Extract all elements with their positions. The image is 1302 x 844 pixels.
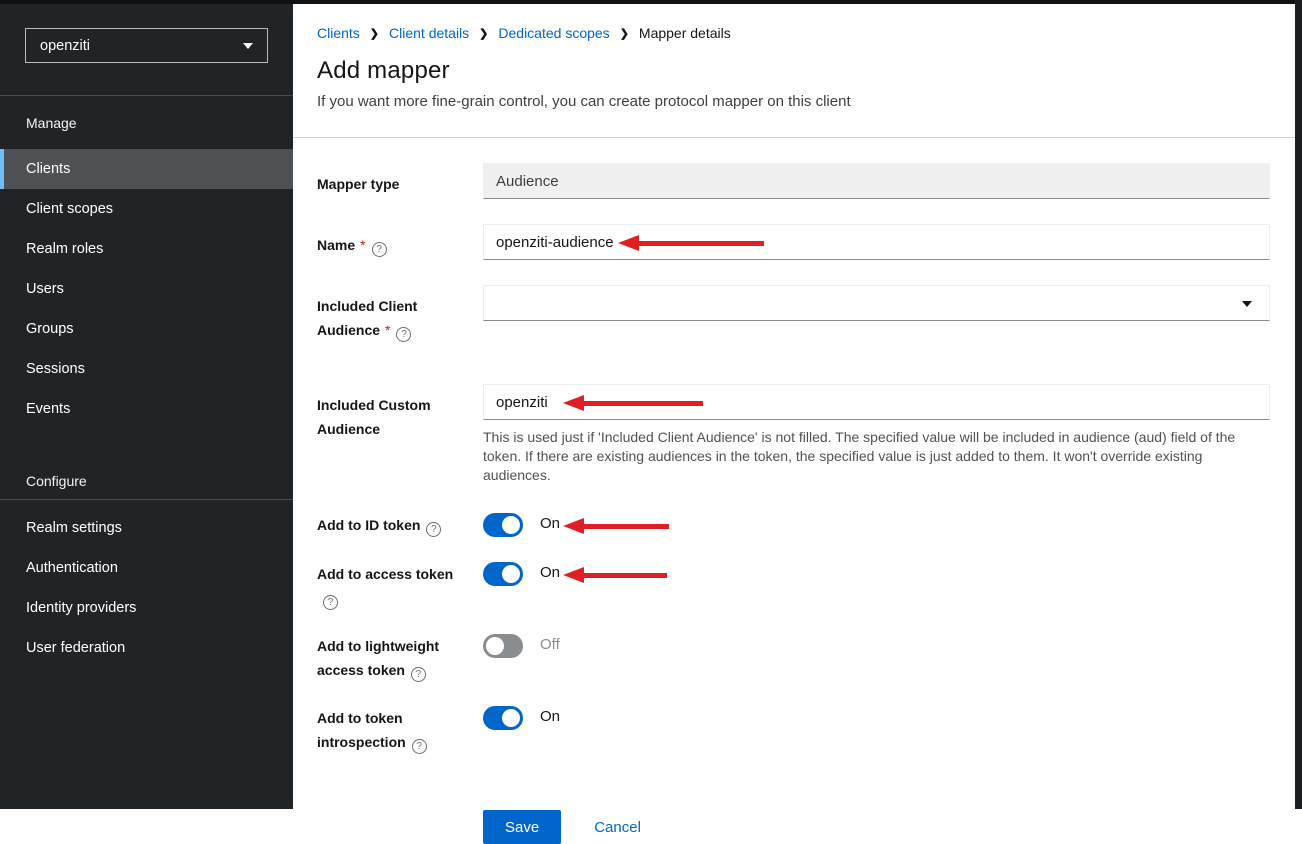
breadcrumb: Clients ❯ Client details ❯ Dedicated sco… — [317, 25, 1271, 41]
add-to-token-introspection-row: Add to token introspection On — [317, 706, 1270, 754]
cancel-button[interactable]: Cancel — [594, 819, 641, 836]
help-icon[interactable] — [396, 327, 411, 342]
included-client-audience-row: Included Client Audience — [317, 285, 1270, 342]
included-client-audience-label: Included Client Audience — [317, 285, 483, 342]
mapper-form: Mapper type Name Included Client Audienc… — [293, 138, 1295, 844]
included-custom-audience-input[interactable] — [483, 384, 1270, 420]
realm-selector-value: openziti — [40, 38, 90, 54]
sidebar: openziti Manage Clients Client scopes Re… — [0, 4, 293, 809]
add-to-token-introspection-label: Add to token introspection — [317, 706, 483, 754]
main-content: Clients ❯ Client details ❯ Dedicated sco… — [293, 4, 1295, 809]
page-header: Clients ❯ Client details ❯ Dedicated sco… — [293, 4, 1295, 138]
breadcrumb-separator-icon: ❯ — [370, 27, 379, 40]
name-label: Name — [317, 224, 483, 260]
sidebar-item-groups[interactable]: Groups — [0, 309, 293, 349]
page-subtitle: If you want more fine-grain control, you… — [317, 93, 1271, 110]
included-custom-audience-help: This is used just if 'Included Client Au… — [483, 428, 1270, 485]
sidebar-item-realm-roles[interactable]: Realm roles — [0, 229, 293, 269]
toggle-state-label: On — [540, 706, 560, 725]
toggle-state-label: On — [540, 513, 560, 532]
mapper-type-row: Mapper type — [317, 163, 1270, 199]
included-custom-audience-row: Included Custom Audience This is used ju… — [317, 384, 1270, 485]
form-actions: Save Cancel — [317, 810, 1270, 844]
add-to-access-token-row: Add to access token On — [317, 562, 1270, 610]
chevron-down-icon — [1242, 301, 1252, 307]
add-to-id-token-row: Add to ID token On — [317, 513, 1270, 538]
mapper-type-label: Mapper type — [317, 163, 483, 199]
chevron-down-icon — [243, 43, 253, 49]
breadcrumb-client-details[interactable]: Client details — [389, 25, 469, 41]
sidebar-item-users[interactable]: Users — [0, 269, 293, 309]
add-to-token-introspection-toggle[interactable] — [483, 706, 523, 730]
add-to-lightweight-access-token-toggle[interactable] — [483, 634, 523, 658]
annotation-arrow — [563, 567, 667, 583]
sidebar-item-events[interactable]: Events — [0, 389, 293, 429]
page-title: Add mapper — [317, 57, 1271, 85]
add-to-id-token-label: Add to ID token — [317, 513, 483, 538]
sidebar-item-sessions[interactable]: Sessions — [0, 349, 293, 389]
add-to-access-token-toggle[interactable] — [483, 562, 523, 586]
breadcrumb-dedicated-scopes[interactable]: Dedicated scopes — [498, 25, 609, 41]
toggle-state-label: On — [540, 562, 560, 581]
realm-selector-dropdown[interactable]: openziti — [25, 28, 268, 63]
arrow-head-icon — [563, 567, 584, 583]
annotation-arrow — [563, 518, 669, 534]
save-button[interactable]: Save — [483, 810, 561, 844]
scrollbar-strip[interactable] — [1295, 0, 1302, 809]
breadcrumb-separator-icon: ❯ — [620, 27, 629, 40]
sidebar-section-manage: Manage — [0, 96, 293, 149]
add-to-lightweight-access-token-label: Add to lightweight access token — [317, 634, 483, 682]
help-icon[interactable] — [412, 739, 427, 754]
add-to-id-token-toggle[interactable] — [483, 513, 523, 537]
arrow-head-icon — [563, 518, 584, 534]
sidebar-section-configure: Configure — [0, 429, 293, 499]
sidebar-item-client-scopes[interactable]: Client scopes — [0, 189, 293, 229]
sidebar-item-identity-providers[interactable]: Identity providers — [0, 588, 293, 628]
sidebar-item-clients[interactable]: Clients — [0, 149, 293, 189]
help-icon[interactable] — [372, 242, 387, 257]
add-to-lightweight-access-token-row: Add to lightweight access token Off — [317, 634, 1270, 682]
sidebar-item-authentication[interactable]: Authentication — [0, 548, 293, 588]
help-icon[interactable] — [426, 522, 441, 537]
sidebar-item-realm-settings[interactable]: Realm settings — [0, 508, 293, 548]
mapper-type-field — [483, 163, 1270, 199]
help-icon[interactable] — [411, 667, 426, 682]
add-to-access-token-label: Add to access token — [317, 562, 483, 610]
included-client-audience-select[interactable] — [483, 285, 1270, 321]
breadcrumb-separator-icon: ❯ — [479, 27, 488, 40]
browser-top-strip — [0, 0, 1302, 4]
name-row: Name — [317, 224, 1270, 260]
sidebar-item-user-federation[interactable]: User federation — [0, 628, 293, 668]
breadcrumb-current: Mapper details — [639, 25, 731, 41]
name-input[interactable] — [483, 224, 1270, 260]
toggle-state-label: Off — [540, 634, 560, 653]
help-icon[interactable] — [323, 595, 338, 610]
included-custom-audience-label: Included Custom Audience — [317, 384, 483, 485]
breadcrumb-clients[interactable]: Clients — [317, 25, 360, 41]
